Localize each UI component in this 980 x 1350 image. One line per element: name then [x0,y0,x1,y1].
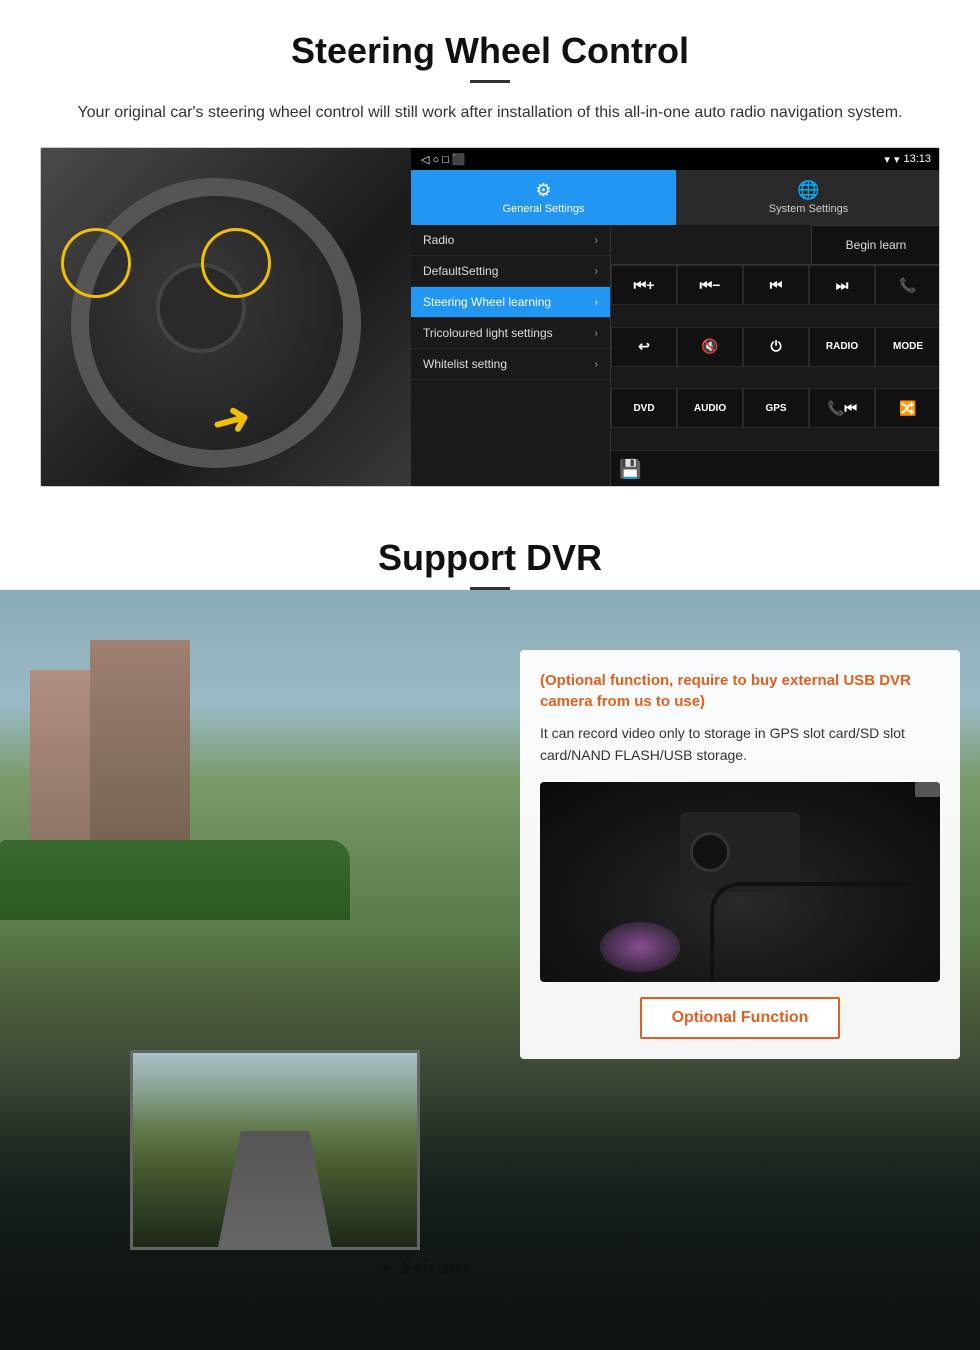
dvr-info-box: (Optional function, require to buy exter… [520,650,960,1059]
chevron-icon-whitelist: › [595,359,598,370]
gps-label: GPS [765,403,786,414]
begin-learn-button[interactable]: Begin learn [811,225,940,265]
menu-item-steering[interactable]: Steering Wheel learning › [411,287,610,318]
ctrl-call-prev[interactable]: 📞⏮ [809,388,875,428]
shuffle-icon: 🔀 [899,400,916,417]
ctrl-shuffle[interactable]: 🔀 [875,388,940,428]
bottom-row: 💾 [611,450,940,487]
menu-left: Radio › DefaultSetting › Steering Wheel … [411,225,611,487]
steering-composite: ➜ ◁ ○ □ ⬛ ▾ ▾ 13:13 ⚙ General Settings 🌐 [40,147,940,487]
status-bar: ◁ ○ □ ⬛ ▾ ▾ 13:13 [411,148,940,170]
power-icon: ⏻ [770,338,781,355]
status-icons: ◁ ○ □ ⬛ [421,153,466,166]
dvr-camera-body [680,812,800,892]
android-panel: ◁ ○ □ ⬛ ▾ ▾ 13:13 ⚙ General Settings 🌐 S… [411,148,940,487]
building-center [90,640,190,870]
dvr-camera-lens [690,832,730,872]
tab-system-label: System Settings [769,203,848,215]
dvr-info-title: (Optional function, require to buy exter… [540,670,940,712]
system-icon: 🌐 [797,180,819,201]
call-icon: 📞 [899,277,916,294]
chevron-icon-steering: › [595,297,598,308]
menu-steering-label: Steering Wheel learning [423,295,551,309]
dvr-screenshot [130,1050,420,1250]
tab-general-settings[interactable]: ⚙ General Settings [411,170,676,225]
menu-item-radio[interactable]: Radio › [411,225,610,256]
seicane-label: Seicane [400,1254,471,1279]
dvr-cable [710,882,910,982]
begin-learn-spacer [611,225,811,265]
radio-label: RADIO [826,341,858,352]
ctrl-grid: ⏮+ ⏮− ⏮ ⏭ 📞 [611,265,940,450]
dvr-info-text: It can record video only to storage in G… [540,722,940,767]
ctrl-hang-up[interactable]: ↩ [611,327,677,367]
vol-up-icon: ⏮+ [634,277,655,294]
dvd-label: DVD [633,403,654,414]
dvr-title: Support DVR [0,507,980,579]
ctrl-prev[interactable]: ⏮ [743,265,809,305]
dvr-camera-image [540,782,940,982]
menu-default-label: DefaultSetting [423,264,498,278]
clock: 13:13 [903,153,931,165]
hedge [0,840,350,920]
menu-content: Radio › DefaultSetting › Steering Wheel … [411,225,940,487]
dvr-background: Seicane (Optional function, require to b… [0,590,980,1350]
vol-down-icon: ⏮− [700,277,721,294]
page-title: Steering Wheel Control [40,30,940,72]
next-icon: ⏭ [836,277,849,294]
tab-general-label: General Settings [503,203,585,215]
hangup-icon: ↩ [638,338,650,355]
signal-icon: ▾ [894,153,900,166]
chevron-icon-radio: › [595,235,598,246]
ctrl-power[interactable]: ⏻ [743,327,809,367]
section-subtitle: Your original car's steering wheel contr… [40,101,940,125]
screenshot-road [218,1131,332,1247]
begin-learn-row: Begin learn [611,225,940,265]
ctrl-gps[interactable]: GPS [743,388,809,428]
tab-bar: ⚙ General Settings 🌐 System Settings [411,170,940,225]
menu-tricoloured-label: Tricoloured light settings [423,326,553,340]
settings-icon: ⚙ [535,180,551,201]
menu-item-tricoloured[interactable]: Tricoloured light settings › [411,318,610,349]
menu-whitelist-label: Whitelist setting [423,357,507,371]
seicane-logo: Seicane [380,1254,471,1280]
mute-icon: 🔇 [701,338,718,355]
ctrl-dvd[interactable]: DVD [611,388,677,428]
chevron-icon-tricoloured: › [595,328,598,339]
ctrl-call[interactable]: 📞 [875,265,940,305]
ctrl-next[interactable]: ⏭ [809,265,875,305]
menu-item-default[interactable]: DefaultSetting › [411,256,610,287]
audio-label: AUDIO [694,403,726,414]
ctrl-radio[interactable]: RADIO [809,327,875,367]
title-divider [470,80,510,83]
sd-card-icon: 💾 [619,459,641,480]
ctrl-vol-up[interactable]: ⏮+ [611,265,677,305]
ctrl-mute[interactable]: 🔇 [677,327,743,367]
chevron-icon-default: › [595,266,598,277]
camera-glow [600,922,680,972]
wifi-icon: ▾ [884,153,890,166]
tab-system-settings[interactable]: 🌐 System Settings [676,170,940,225]
call-prev-icon: 📞⏮ [827,400,857,417]
prev-icon: ⏮ [770,277,783,294]
steering-wheel-bg: ➜ [41,148,421,487]
right-indicator [201,228,271,298]
optional-function-button[interactable]: Optional Function [640,997,841,1039]
steering-section: Steering Wheel Control Your original car… [0,0,980,487]
menu-item-whitelist[interactable]: Whitelist setting › [411,349,610,380]
usb-connector [915,782,940,797]
dvr-section: Support DVR Seicane (Optional function, … [0,507,980,1350]
menu-right: Begin learn ⏮+ ⏮− ⏮ [611,225,940,487]
left-indicator [61,228,131,298]
ctrl-mode[interactable]: MODE [875,327,940,367]
ctrl-vol-down[interactable]: ⏮− [677,265,743,305]
ctrl-audio[interactable]: AUDIO [677,388,743,428]
menu-radio-label: Radio [423,233,454,247]
mode-label: MODE [893,341,923,352]
dvr-screenshot-inner [133,1053,417,1247]
